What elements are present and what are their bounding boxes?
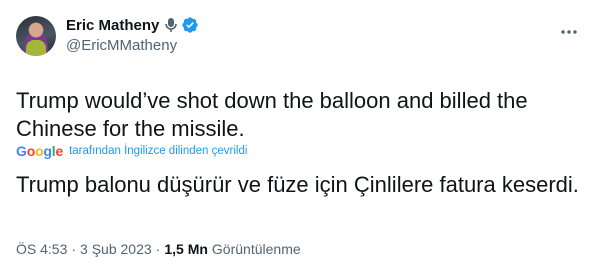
author-name-row: Eric Matheny	[66, 15, 199, 35]
google-logo: Google	[16, 143, 64, 159]
verified-checkmark-icon[interactable]	[181, 16, 199, 34]
more-options-icon[interactable]	[559, 22, 579, 42]
translation-label[interactable]: tarafından İngilizce dilinden çevrildi	[69, 145, 247, 157]
author-avatar[interactable]	[16, 16, 56, 56]
microphone-icon	[164, 17, 178, 33]
avatar-shirt	[26, 40, 46, 56]
tweet-time[interactable]: ÖS 4:53	[16, 241, 67, 257]
tweet-text: Trump would’ve shot down the balloon and…	[16, 88, 528, 141]
tweet-date[interactable]: 3 Şub 2023	[80, 241, 152, 257]
translated-text: Trump balonu düşürür ve füze için Çinlil…	[16, 172, 579, 197]
author-handle[interactable]: @EricMMatheny	[66, 37, 177, 54]
tweet-meta: ÖS 4:53 · 3 Şub 2023 · 1,5 Mn Görüntülen…	[16, 241, 301, 257]
author-display-name[interactable]: Eric Matheny	[66, 17, 159, 34]
tweet-card[interactable]: Eric Matheny @EricMMatheny Trump would’v…	[0, 0, 593, 275]
views-label: Görüntülenme	[211, 241, 301, 257]
avatar-head	[30, 23, 42, 37]
views-count: 1,5 Mn	[164, 241, 208, 257]
translation-attribution[interactable]: Google tarafından İngilizce dilinden çev…	[16, 143, 247, 159]
meta-separator: ·	[71, 241, 77, 257]
meta-separator: ·	[155, 241, 161, 257]
